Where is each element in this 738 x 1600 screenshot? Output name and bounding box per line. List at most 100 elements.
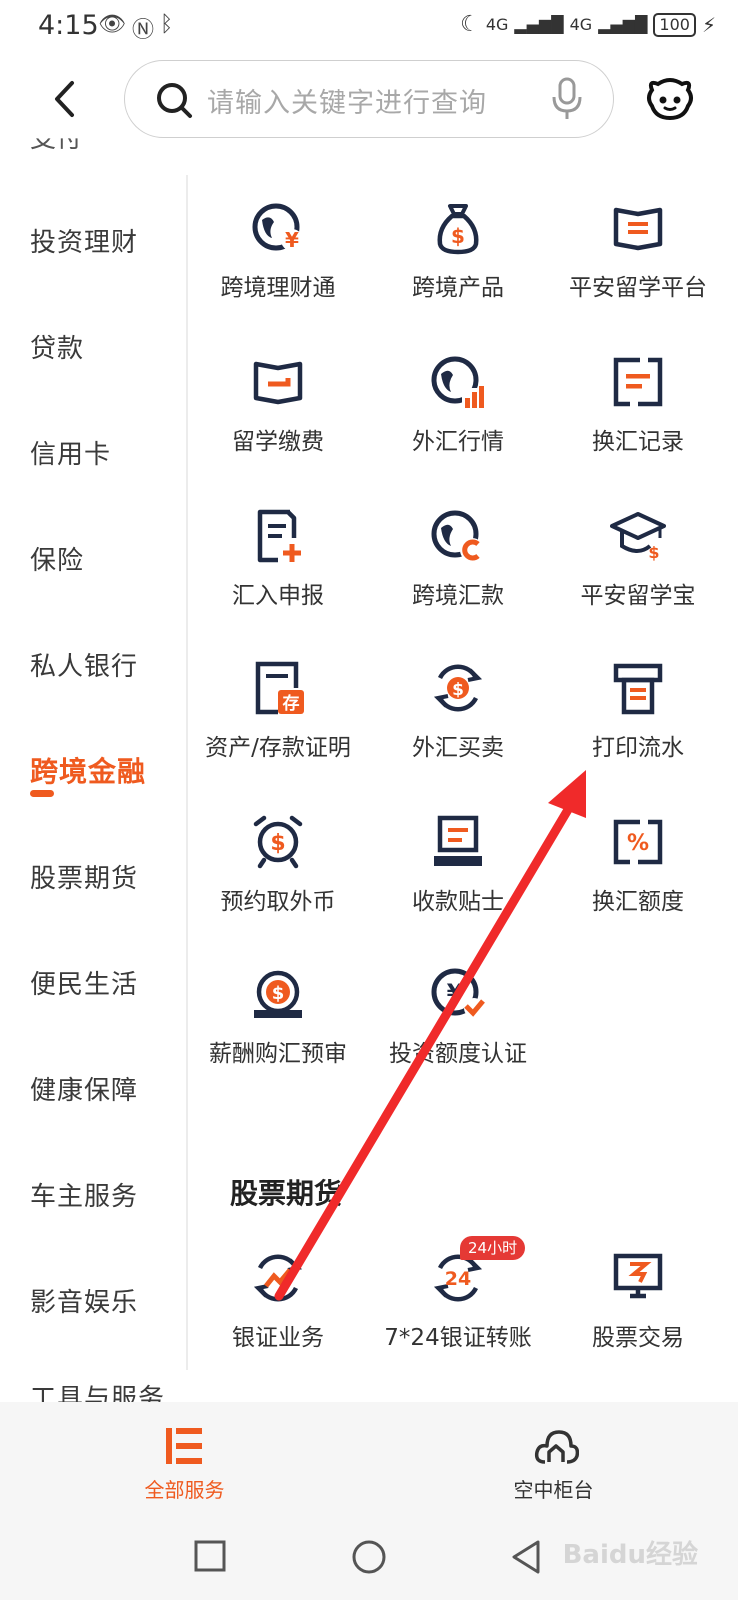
- svg-text:¥: ¥: [447, 979, 464, 1007]
- status-left-icons: 👁 Ⓝ ᛒ: [98, 12, 173, 44]
- svg-text:$: $: [272, 983, 285, 1004]
- service-stock-trading[interactable]: 股票交易: [548, 1250, 728, 1380]
- section-title-stocks: 股票期货: [230, 1177, 343, 1210]
- globe-remit-icon: [431, 510, 484, 562]
- sidebar-item-entertainment[interactable]: 影音娱乐: [30, 1282, 138, 1319]
- service-reserve-foreign-cash[interactable]: $ 预约取外币: [188, 814, 368, 944]
- service-label: 平安留学宝: [580, 583, 696, 609]
- sidebar-item-health[interactable]: 健康保障: [30, 1070, 138, 1107]
- sidebar-item-insurance[interactable]: 保险: [30, 540, 84, 577]
- moon-icon: ☾: [460, 12, 480, 37]
- globe-yen-icon: ¥: [252, 203, 303, 252]
- service-study-abroad-platform[interactable]: 平安留学平台: [548, 200, 728, 330]
- monitor-stock-icon: [613, 1253, 663, 1299]
- service-label: 换汇记录: [592, 429, 684, 455]
- sidebar-item-daily-life[interactable]: 便民生活: [30, 964, 138, 1001]
- service-fx-trading[interactable]: $ 外汇买卖: [368, 660, 548, 790]
- signal-label-1: 4G: [485, 15, 509, 34]
- signal-bars-icon: ▂▄▆█: [514, 15, 564, 34]
- service-investment-quota-auth[interactable]: ¥ 投资额度认证: [368, 966, 548, 1096]
- bottom-tab-bar: 全部服务 空中柜台: [0, 1402, 738, 1514]
- money-bag-icon: $: [437, 204, 479, 255]
- baidu-watermark: Baidu经验: [562, 1540, 698, 1570]
- service-label: 股票交易: [592, 1325, 684, 1351]
- status-time: 4:15: [38, 10, 99, 41]
- nfc-icon: Ⓝ: [131, 18, 154, 43]
- printer-icon: [613, 663, 663, 715]
- chevron-left-icon: [55, 81, 74, 117]
- svg-text:$: $: [648, 543, 659, 562]
- salary-dollar-icon: $: [254, 970, 302, 1018]
- deposit-certificate-icon: 存: [255, 661, 304, 715]
- search-input[interactable]: 请输入关键字进行查询: [124, 60, 614, 138]
- sidebar-item-cross-border[interactable]: 跨境金融: [30, 750, 146, 790]
- service-salary-fx-precheck[interactable]: $ 薪酬购汇预审: [188, 966, 368, 1096]
- graduation-cap-icon: $: [610, 512, 666, 562]
- all-services-icon: [166, 1428, 202, 1464]
- open-book-icon: [613, 207, 663, 251]
- system-nav-bar: Baidu经验: [0, 1514, 738, 1600]
- service-study-abroad-treasure[interactable]: $ 平安留学宝: [548, 508, 728, 638]
- microphone-icon[interactable]: [551, 77, 583, 121]
- status-right: ☾ 4G ▂▄▆█ 4G ▂▄▆█ 100 ⚡: [460, 12, 716, 37]
- service-24h-transfer[interactable]: 24 7*24银证转账: [368, 1250, 548, 1380]
- service-receipt-tips[interactable]: 收款贴士: [368, 814, 548, 944]
- service-cross-border-wealth[interactable]: ¥ 跨境理财通: [188, 200, 368, 330]
- service-label: 投资额度认证: [389, 1041, 527, 1067]
- battery-level: 100: [653, 12, 696, 37]
- service-inward-declaration[interactable]: 汇入申报: [188, 508, 368, 638]
- book-payment-icon: [253, 361, 303, 405]
- category-sidebar: 投资理财 贷款 信用卡 保险 私人银行 跨境金融 股票期货 便民生活 健康保障 …: [0, 152, 186, 1402]
- sidebar-item-credit-card[interactable]: 信用卡: [30, 434, 111, 471]
- back-nav-button-icon[interactable]: [508, 1538, 544, 1576]
- service-study-payment[interactable]: 留学缴费: [188, 354, 368, 484]
- service-exchange-quota[interactable]: % 换汇额度: [548, 814, 728, 944]
- recents-button-icon[interactable]: [192, 1538, 228, 1574]
- robot-assistant-icon[interactable]: [644, 76, 696, 120]
- service-label: 换汇额度: [592, 889, 684, 915]
- tab-all-services[interactable]: 全部服务: [0, 1402, 369, 1514]
- svg-text:$: $: [270, 831, 285, 856]
- tab-label: 空中柜台: [513, 1478, 594, 1502]
- svg-text:$: $: [452, 680, 464, 700]
- tab-label: 全部服务: [144, 1478, 225, 1502]
- stock-trend-icon: [253, 1254, 303, 1302]
- grid-cut-top-row: [190, 130, 738, 144]
- service-deposit-certificate[interactable]: 存 资产/存款证明: [188, 660, 368, 790]
- badge-24h: 24小时: [460, 1236, 526, 1260]
- active-indicator: [30, 790, 54, 797]
- service-exchange-record[interactable]: 换汇记录: [548, 354, 728, 484]
- service-cross-border-products[interactable]: $ 跨境产品: [368, 200, 548, 330]
- signal-bars-icon: ▂▄▆█: [598, 15, 648, 34]
- globe-yen-check-icon: ¥: [431, 968, 485, 1018]
- service-print-statement[interactable]: 打印流水: [548, 660, 728, 790]
- sidebar-item-investment[interactable]: 投资理财: [30, 222, 138, 259]
- exchange-record-icon: [613, 357, 663, 407]
- service-bank-securities[interactable]: 银证业务: [188, 1250, 368, 1380]
- service-label: 打印流水: [592, 735, 684, 761]
- bluetooth-icon: ᛒ: [159, 12, 174, 37]
- svg-text:存: 存: [283, 693, 300, 714]
- sidebar-item-stocks[interactable]: 股票期货: [30, 858, 138, 895]
- service-fx-market[interactable]: 外汇行情: [368, 354, 548, 484]
- home-button-icon[interactable]: [350, 1538, 388, 1576]
- sidebar-item-loans[interactable]: 贷款: [30, 328, 84, 365]
- charging-icon: ⚡: [701, 12, 716, 37]
- search-icon: [157, 83, 192, 118]
- back-button[interactable]: [44, 74, 84, 124]
- sidebar-item-tools-cut[interactable]: 工具与服务: [30, 1378, 165, 1402]
- receipt-tips-icon: [434, 815, 482, 866]
- signal-label-2: 4G: [569, 15, 593, 34]
- service-cross-border-remittance[interactable]: 跨境汇款: [368, 508, 548, 638]
- search-placeholder: 请输入关键字进行查询: [207, 88, 487, 119]
- globe-chart-icon: [431, 356, 486, 410]
- svg-text:%: %: [627, 831, 649, 856]
- percent-quota-icon: %: [613, 819, 663, 865]
- sidebar-item-car-owner[interactable]: 车主服务: [30, 1176, 138, 1213]
- tab-cloud-counter[interactable]: 空中柜台: [369, 1402, 738, 1514]
- alarm-dollar-icon: $: [253, 815, 303, 869]
- sidebar-item-private-banking[interactable]: 私人银行: [30, 646, 138, 683]
- status-bar: 4:15 👁 Ⓝ ᛒ ☾ 4G ▂▄▆█ 4G ▂▄▆█ 100 ⚡: [0, 0, 738, 52]
- icon-24-text: 24: [445, 1268, 471, 1290]
- document-plus-icon: [257, 509, 301, 563]
